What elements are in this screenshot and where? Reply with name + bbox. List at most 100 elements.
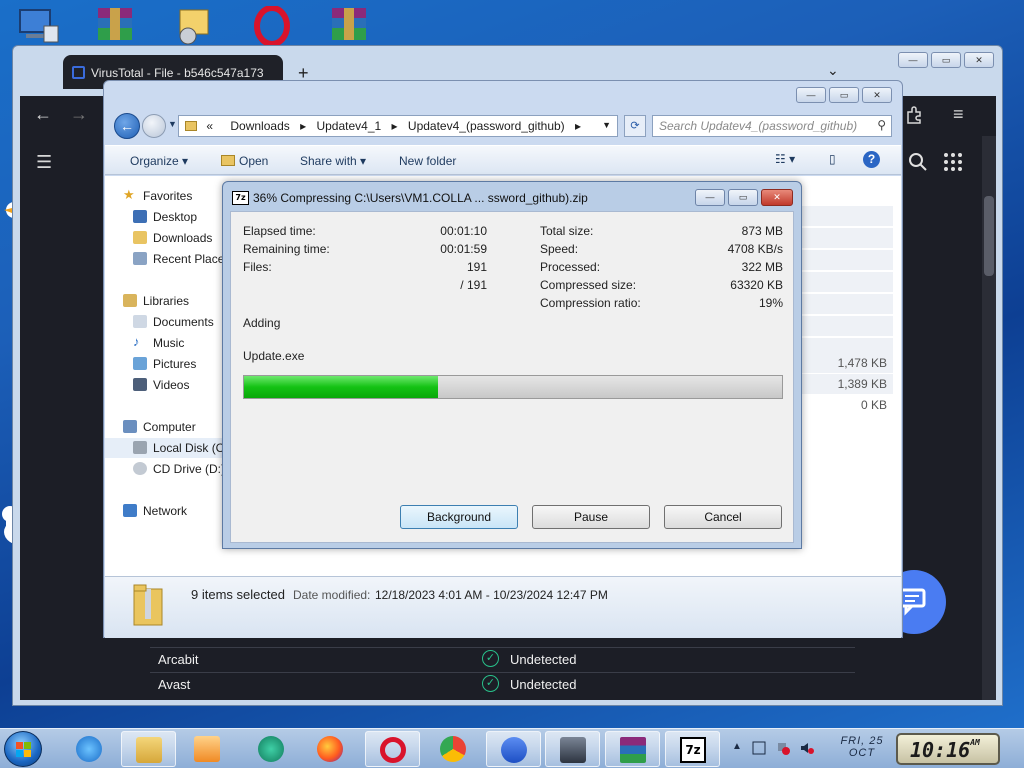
- explorer-close-button[interactable]: ✕: [862, 87, 892, 103]
- page-scrollbar[interactable]: [982, 136, 996, 700]
- taskbar-media-player[interactable]: [180, 731, 235, 767]
- speed-value: 4708 KB/s: [727, 242, 783, 256]
- nav-documents[interactable]: Documents: [105, 312, 223, 332]
- taskbar-app-8[interactable]: [486, 731, 541, 767]
- date-modified-value: 12/18/2023 4:01 AM - 10/23/2024 12:47 PM: [375, 588, 608, 602]
- nav-desktop[interactable]: Desktop: [105, 207, 223, 227]
- winrar-archive-icon[interactable]: [326, 6, 374, 46]
- browser-close-button[interactable]: ✕: [964, 52, 994, 68]
- scrollbar-thumb[interactable]: [984, 196, 994, 276]
- back-button[interactable]: ←: [114, 113, 140, 139]
- search-placeholder: Search Updatev4_(password_github): [659, 119, 858, 133]
- nav-computer[interactable]: Computer: [105, 417, 223, 437]
- music-icon: ♪: [133, 334, 140, 349]
- selection-count: 9 items selected: [191, 587, 285, 602]
- breadcrumb-updatev4-password[interactable]: Updatev4_(password_github): [408, 119, 565, 133]
- documents-icon: [133, 315, 147, 328]
- nav-downloads[interactable]: Downloads: [105, 228, 223, 248]
- background-button[interactable]: Background: [400, 505, 518, 529]
- remaining-time-value: 00:01:59: [440, 242, 487, 256]
- pause-button[interactable]: Pause: [532, 505, 650, 529]
- taskbar: 7z ▲ FRI, 25 OCT 10:16AM: [0, 728, 1024, 768]
- share-with-menu[interactable]: Share with ▾: [300, 154, 366, 168]
- taskbar-winrar[interactable]: [605, 731, 660, 767]
- explorer-minimize-button[interactable]: —: [796, 87, 826, 103]
- clock-date[interactable]: FRI, 25 OCT: [834, 735, 890, 759]
- windows-logo-icon: [16, 742, 31, 757]
- nav-music[interactable]: ♪ Music: [105, 333, 223, 353]
- current-file-name: Update.exe: [243, 349, 305, 363]
- breadcrumb-overflow[interactable]: «: [206, 119, 213, 133]
- recent-pages-chevron-icon[interactable]: ▼: [168, 119, 177, 129]
- opera-browser-icon[interactable]: [248, 5, 296, 47]
- address-dropdown-icon[interactable]: ▼: [602, 120, 611, 130]
- tab-list-button[interactable]: ⌄: [827, 62, 839, 79]
- table-row: Arcabit ✓ Undetected: [150, 647, 855, 671]
- virustotal-icon: [72, 66, 85, 79]
- detection-result: Undetected: [510, 652, 577, 667]
- nav-recent-places[interactable]: Recent Places: [105, 249, 223, 269]
- preview-pane-icon[interactable]: ▯: [829, 152, 836, 166]
- organize-menu[interactable]: Organize ▾: [130, 154, 188, 168]
- app-icon: [501, 737, 527, 763]
- network-error-icon[interactable]: [776, 741, 790, 755]
- extensions-icon[interactable]: [905, 106, 923, 129]
- volume-muted-icon[interactable]: [800, 741, 814, 755]
- browser-minimize-button[interactable]: —: [898, 52, 928, 68]
- browser-forward-icon[interactable]: →: [70, 104, 88, 125]
- image-viewer-icon[interactable]: [170, 6, 218, 46]
- nav-pictures[interactable]: Pictures: [105, 354, 223, 374]
- search-icon[interactable]: [908, 152, 928, 177]
- nav-local-disk[interactable]: Local Disk (C:): [105, 438, 223, 458]
- address-bar[interactable]: « Downloads ▸ Updatev4_1 ▸ Updatev4_(pas…: [178, 115, 618, 137]
- new-folder-button[interactable]: New folder: [399, 154, 456, 168]
- winrar-archive-icon[interactable]: [92, 6, 140, 46]
- help-icon[interactable]: ?: [863, 151, 880, 168]
- computer-desktop-icon[interactable]: [14, 6, 62, 46]
- files-total-value: / 191: [460, 278, 487, 292]
- clock-widget[interactable]: 10:16AM: [896, 733, 1000, 765]
- forward-button[interactable]: [142, 114, 166, 138]
- browser-maximize-button[interactable]: ▭: [931, 52, 961, 68]
- refresh-button[interactable]: ⟳: [624, 115, 646, 137]
- date-modified-label: Date modified:: [293, 588, 371, 602]
- nav-libraries[interactable]: Libraries: [105, 291, 223, 311]
- nav-videos[interactable]: Videos: [105, 375, 223, 395]
- nav-cd-drive[interactable]: CD Drive (D:): [105, 459, 223, 479]
- dialog-maximize-button[interactable]: ▭: [728, 189, 758, 206]
- browser-tab-title: VirusTotal - File - b546c547a173: [91, 66, 264, 80]
- dialog-minimize-button[interactable]: —: [695, 189, 725, 206]
- nav-network[interactable]: Network: [105, 501, 223, 521]
- open-folder-icon: [221, 155, 235, 166]
- open-button[interactable]: Open: [221, 154, 268, 168]
- view-options-icon[interactable]: ☷ ▾: [775, 152, 795, 166]
- search-input[interactable]: Search Updatev4_(password_github) ⚲: [652, 115, 892, 137]
- breadcrumb-updatev4-1[interactable]: Updatev4_1: [316, 119, 381, 133]
- taskbar-app-9[interactable]: [545, 731, 600, 767]
- start-button[interactable]: [4, 731, 42, 767]
- file-explorer-icon: [136, 737, 162, 763]
- taskbar-7zip[interactable]: 7z: [665, 731, 720, 767]
- apps-grid-icon[interactable]: [943, 152, 963, 177]
- taskbar-firefox[interactable]: [303, 731, 358, 767]
- address-row: ← ▼ « Downloads ▸ Updatev4_1 ▸ Updatev4_…: [112, 113, 896, 141]
- clock-ampm: AM: [970, 738, 980, 747]
- explorer-toolbar: Organize ▾ Open Share with ▾ New folder …: [105, 145, 901, 175]
- show-hidden-icons-button[interactable]: ▲: [732, 741, 742, 752]
- taskbar-opera[interactable]: [365, 731, 420, 767]
- clock-time: 10:16: [910, 738, 971, 762]
- taskbar-chrome[interactable]: [426, 731, 481, 767]
- explorer-maximize-button[interactable]: ▭: [829, 87, 859, 103]
- taskbar-file-explorer[interactable]: [121, 731, 176, 767]
- progress-bar: [243, 375, 783, 399]
- taskbar-app-4[interactable]: [244, 731, 299, 767]
- action-center-icon[interactable]: [752, 741, 766, 755]
- dialog-close-button[interactable]: ✕: [761, 189, 793, 206]
- taskbar-internet-explorer[interactable]: [62, 731, 117, 767]
- menu-icon[interactable]: ☰: [36, 152, 52, 173]
- nav-favorites[interactable]: ★ Favorites: [105, 186, 223, 206]
- browser-back-icon[interactable]: ←: [34, 104, 52, 125]
- breadcrumb-downloads[interactable]: Downloads: [230, 119, 289, 133]
- cancel-button[interactable]: Cancel: [664, 505, 782, 529]
- browser-menu-icon[interactable]: ≡: [953, 104, 964, 125]
